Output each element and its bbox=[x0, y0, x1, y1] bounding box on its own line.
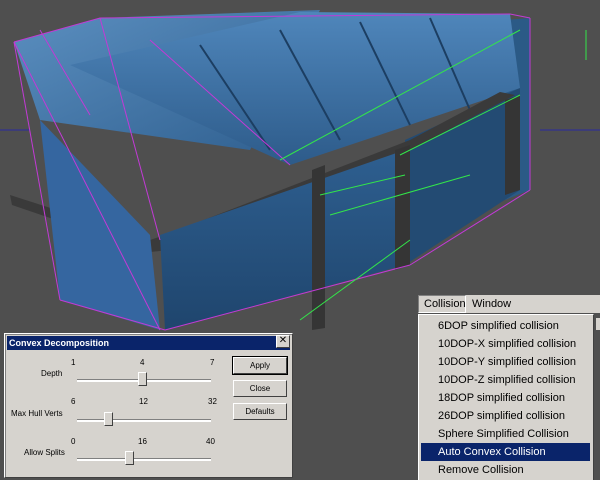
depth-max: 7 bbox=[210, 358, 215, 367]
menu-item-auto-convex[interactable]: Auto Convex Collision bbox=[421, 443, 590, 461]
toolbar-edge bbox=[596, 318, 600, 330]
splits-min: 0 bbox=[71, 437, 76, 446]
menu-item-6dop[interactable]: 6DOP simplified collision bbox=[421, 317, 590, 335]
splits-max: 40 bbox=[206, 437, 215, 446]
hull-verts-min: 6 bbox=[71, 397, 76, 406]
hull-verts-slider-track[interactable] bbox=[77, 419, 211, 422]
collision-dropdown-menu: 6DOP simplified collision 10DOP-X simpli… bbox=[418, 314, 594, 480]
dialog-title: Convex Decomposition bbox=[7, 336, 290, 350]
dialog-close-button[interactable]: ✕ bbox=[276, 335, 290, 348]
menu-item-10dop-x[interactable]: 10DOP-X simplified collision bbox=[421, 335, 590, 353]
splits-label: Allow Splits bbox=[24, 448, 65, 457]
defaults-button[interactable]: Defaults bbox=[233, 403, 287, 420]
menu-item-10dop-y[interactable]: 10DOP-Y simplified collision bbox=[421, 353, 590, 371]
splits-slider-thumb[interactable] bbox=[125, 451, 134, 465]
depth-slider-thumb[interactable] bbox=[138, 372, 147, 386]
dumpster-side-wall bbox=[40, 120, 160, 330]
menu-item-18dop[interactable]: 18DOP simplified collision bbox=[421, 389, 590, 407]
menu-window[interactable]: Window bbox=[467, 295, 516, 313]
dumpster-front-wall bbox=[160, 150, 405, 330]
hull-verts-label: Max Hull Verts bbox=[11, 409, 63, 418]
menu-bar: Collision Window bbox=[418, 295, 600, 313]
hull-verts-max: 32 bbox=[208, 397, 217, 406]
menu-item-sphere[interactable]: Sphere Simplified Collision bbox=[421, 425, 590, 443]
menu-collision[interactable]: Collision bbox=[418, 295, 466, 313]
splits-mid: 16 bbox=[138, 437, 147, 446]
hull-verts-slider-thumb[interactable] bbox=[104, 412, 113, 426]
menu-item-remove-collision[interactable]: Remove Collision bbox=[421, 461, 590, 479]
menu-item-26dop[interactable]: 26DOP simplified collision bbox=[421, 407, 590, 425]
depth-mid: 4 bbox=[140, 358, 145, 367]
apply-button[interactable]: Apply bbox=[232, 356, 288, 375]
close-button[interactable]: Close bbox=[233, 380, 287, 397]
hull-verts-mid: 12 bbox=[139, 397, 148, 406]
splits-slider-track[interactable] bbox=[77, 458, 211, 461]
menu-item-10dop-z[interactable]: 10DOP-Z simplified collision bbox=[421, 371, 590, 389]
convex-decomposition-dialog: Convex Decomposition ✕ 1 4 7 Depth 6 12 … bbox=[4, 333, 293, 478]
depth-label: Depth bbox=[41, 369, 63, 378]
depth-min: 1 bbox=[71, 358, 76, 367]
